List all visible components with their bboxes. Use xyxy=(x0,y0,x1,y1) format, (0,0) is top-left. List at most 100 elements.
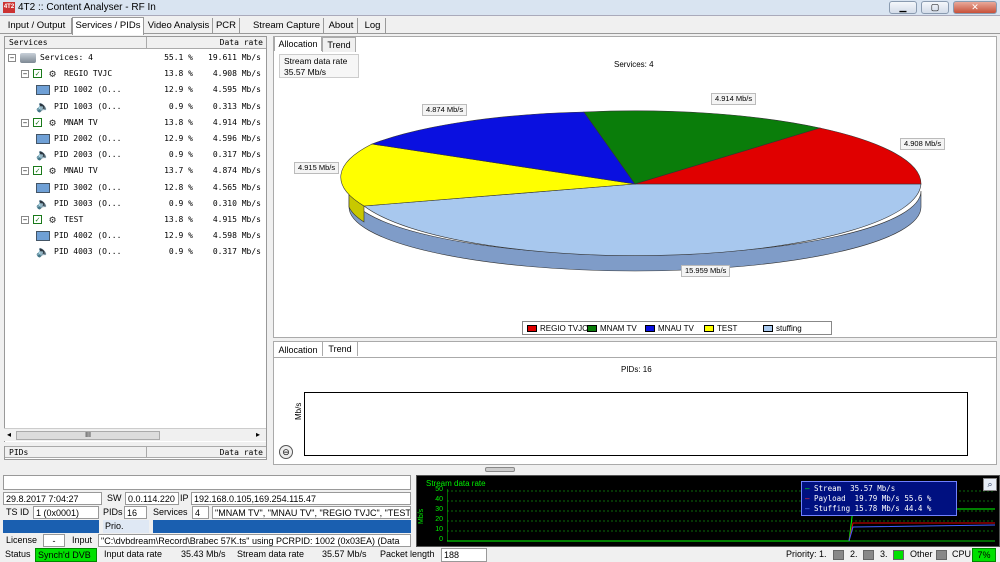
tree-pid-row[interactable]: 🔈 PID 1003 (O... 0.9 % 0.313 Mb/s xyxy=(5,99,265,115)
service-checkbox[interactable]: ✓ xyxy=(33,166,42,176)
tree-pid-row[interactable]: PID 4002 (O... 12.9 % 4.598 Mb/s xyxy=(5,228,265,244)
tree-pid-row[interactable]: 🔈 PID 4003 (O... 0.9 % 0.317 Mb/s xyxy=(5,244,265,260)
sw-label: SW xyxy=(107,493,122,503)
tab-services-pids[interactable]: Services / PIDs xyxy=(72,17,144,35)
gear-icon: ⚙ xyxy=(49,67,56,81)
tree-pid-row[interactable]: 🔈 PID 3003 (O... 0.9 % 0.310 Mb/s xyxy=(5,196,265,212)
legend-swatch-mnam xyxy=(587,325,597,332)
monitor-icon xyxy=(36,231,50,242)
tree-service-row[interactable]: − ✓ ⚙ MNAM TV 13.8 % 4.914 Mb/s xyxy=(5,115,265,131)
license-value: - xyxy=(43,534,65,547)
tab-pcr[interactable]: PCR xyxy=(213,18,240,34)
service-checkbox[interactable]: ✓ xyxy=(33,69,42,79)
input-value: "C:\dvbdream\Record\Brabec 57K.ts" using… xyxy=(98,534,411,547)
tree-item-percent: 55.1 % xyxy=(164,53,193,62)
legend-stuffing: stuffing xyxy=(763,324,802,333)
tree-item-name: PID 3003 (O... xyxy=(54,198,122,208)
tree-item-percent: 13.8 % xyxy=(164,69,193,79)
legend-swatch-stuffing xyxy=(763,325,773,332)
tree-pid-row[interactable]: PID 1002 (O... 12.9 % 4.595 Mb/s xyxy=(5,82,265,98)
title-bar: 4T2 4T2 :: Content Analyser - RF In ▁ ▢ … xyxy=(0,0,1000,16)
service-checkbox[interactable]: ✓ xyxy=(33,215,42,224)
graph-y-label: Mb/s xyxy=(418,508,425,524)
tree-item-rate: 0.317 Mb/s xyxy=(212,150,261,160)
packet-length-value: 188 xyxy=(441,548,487,562)
tab-allocation-lower[interactable]: Allocation xyxy=(274,342,322,357)
tree-pid-row[interactable]: 🔈 PID 2003 (O... 0.9 % 0.317 Mb/s xyxy=(5,147,265,163)
tree-root-services[interactable]: − Services: 4 55.1 % 19.611 Mb/s xyxy=(5,50,265,66)
ip-label: IP xyxy=(180,493,189,503)
speaker-icon: 🔈 xyxy=(36,99,50,113)
tree-item-rate: 4.595 Mb/s xyxy=(212,85,261,95)
collapse-toggle-icon[interactable]: − xyxy=(21,118,29,127)
collapse-toggle-icon[interactable]: − xyxy=(21,70,29,79)
priority-2-indicator xyxy=(863,550,874,560)
priority-3-indicator xyxy=(893,550,904,560)
monitor-icon xyxy=(36,134,50,144)
column-header-data-rate[interactable]: Data rate xyxy=(147,37,266,49)
zoom-icon[interactable]: ⊖ xyxy=(279,445,293,459)
column-header-pids[interactable]: PIDs xyxy=(5,446,147,458)
tree-service-row[interactable]: − ✓ ⚙ REGIO TVJC 13.8 % 4.908 Mb/s xyxy=(5,66,265,82)
tree-item-name: PID 4002 (O... xyxy=(54,231,122,241)
tree-item-name: PID 2002 (O... xyxy=(54,134,122,143)
tree-item-name: PID 1003 (O... xyxy=(54,101,122,111)
input-rate-label: Input data rate xyxy=(104,549,163,559)
scroll-thumb[interactable]: III xyxy=(16,431,160,440)
maximize-button[interactable]: ▢ xyxy=(921,1,949,14)
tree-item-percent: 12.9 % xyxy=(164,134,193,143)
gear-icon: ⚙ xyxy=(49,213,56,226)
column-header-services[interactable]: Services xyxy=(5,37,147,49)
scroll-left-arrow-icon[interactable]: ◂ xyxy=(7,430,11,439)
collapse-toggle-icon[interactable]: − xyxy=(21,167,29,176)
sw-value: 0.0.114.220 xyxy=(125,492,179,505)
legend-label-regio: REGIO TVJC xyxy=(540,324,588,333)
tree-item-name: PID 4003 (O... xyxy=(54,247,122,257)
tab-input-output[interactable]: Input / Output xyxy=(2,18,72,34)
minimize-button[interactable]: ▁ xyxy=(889,1,917,14)
services-tree-panel: Services Data rate − Services: 4 55.1 % 19.… xyxy=(4,36,267,460)
prio-bar xyxy=(153,520,411,533)
tree-pid-row[interactable]: PID 3002 (O... 12.8 % 4.565 Mb/s xyxy=(5,180,265,196)
tree-item-percent: 12.8 % xyxy=(164,182,193,192)
tab-video-analysis[interactable]: Video Analysis xyxy=(145,18,213,34)
column-header-pids-rate[interactable]: Data rate xyxy=(147,446,266,458)
horizontal-scrollbar[interactable]: ◂ III ▸ xyxy=(4,428,266,441)
tab-about[interactable]: About xyxy=(325,18,358,34)
speaker-icon: 🔈 xyxy=(36,245,50,259)
speaker-icon: 🔈 xyxy=(36,196,50,210)
message-field[interactable] xyxy=(3,475,411,490)
graph-zoom-icon[interactable]: ⌕ xyxy=(983,478,997,491)
datetime-value: 29.8.2017 7:04:27 xyxy=(3,492,102,505)
label-mnau-rate: 4.874 Mb/s xyxy=(422,104,468,116)
allocation-panel: Allocation Trend Stream data rate 35.57 … xyxy=(273,36,997,338)
services-label: Services xyxy=(153,507,188,517)
collapse-toggle-icon[interactable]: − xyxy=(21,216,29,224)
tree-item-rate: 0.313 Mb/s xyxy=(212,101,261,111)
tab-divider xyxy=(274,357,996,358)
collapse-toggle-icon[interactable]: − xyxy=(8,54,16,62)
tree-item-percent: 13.8 % xyxy=(164,215,193,224)
graph-y-tick: 50 xyxy=(435,486,443,493)
tree-service-row[interactable]: − ✓ ⚙ MNAU TV 13.7 % 4.874 Mb/s xyxy=(5,163,265,179)
splitter-grip[interactable] xyxy=(485,467,515,472)
label-regio-rate: 4.908 Mb/s xyxy=(900,138,946,150)
close-button[interactable]: ✕ xyxy=(953,1,997,14)
allocation-pie-chart xyxy=(340,110,922,272)
legend-payload: — Payload 19.79 Mb/s 55.6 % xyxy=(805,494,932,503)
tree-item-name: MNAM TV xyxy=(64,117,98,127)
graph-legend: — Stream 35.57 Mb/s — Payload 19.79 Mb/s… xyxy=(801,481,957,516)
tree-item-rate: 4.598 Mb/s xyxy=(212,231,261,241)
service-checkbox[interactable]: ✓ xyxy=(33,117,42,127)
tab-stream-capture[interactable]: Stream Capture xyxy=(250,18,324,34)
legend-stream: — Stream 35.57 Mb/s xyxy=(805,484,896,493)
scroll-right-arrow-icon[interactable]: ▸ xyxy=(256,430,260,439)
tree-item-name: PID 2003 (O... xyxy=(54,150,122,160)
tree-item-percent: 12.9 % xyxy=(164,85,193,95)
tab-log[interactable]: Log xyxy=(360,18,386,34)
tree-pid-row[interactable]: PID 2002 (O... 12.9 % 4.596 Mb/s xyxy=(5,131,265,147)
tree-service-row[interactable]: − ✓ ⚙ TEST 13.8 % 4.915 Mb/s xyxy=(5,212,265,228)
graph-y-tick: 30 xyxy=(435,506,443,513)
other-label: Other xyxy=(910,549,933,559)
tab-trend-lower[interactable]: Trend xyxy=(322,341,358,356)
